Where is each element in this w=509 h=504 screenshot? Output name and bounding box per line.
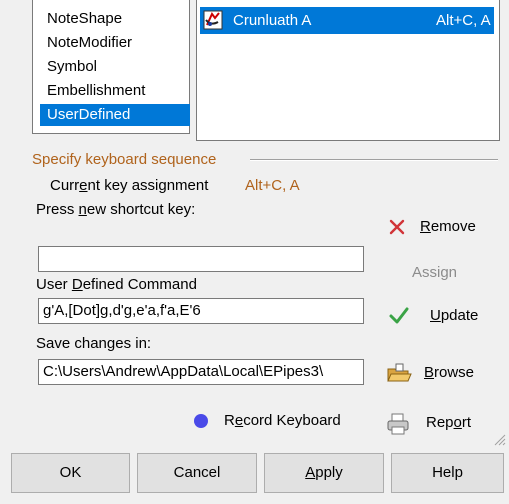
label-text: rt — [461, 414, 472, 431]
checkmark-icon — [388, 306, 410, 330]
label-mnemonic: D — [71, 276, 83, 293]
current-assignment-label: Current key assignment — [50, 176, 208, 196]
report-label: Report — [426, 411, 471, 435]
label-text: Rep — [426, 414, 454, 431]
label-text: Press — [36, 201, 79, 218]
command-shortcut: Alt+C, A — [436, 12, 491, 29]
category-item-embellishment[interactable]: Embellishment — [40, 80, 190, 102]
label-text: ew shortcut key: — [86, 201, 196, 218]
category-label: Symbol — [47, 58, 98, 75]
save-location-label: Save changes in: — [36, 335, 152, 352]
label-text: Curr — [50, 177, 80, 194]
label-text: efined Command — [82, 276, 197, 293]
category-label: UserDefined — [47, 106, 131, 123]
update-button[interactable]: Update — [388, 304, 498, 330]
label-text: rowse — [434, 364, 475, 381]
remove-button[interactable]: Remove — [388, 215, 498, 241]
label-text: emove — [430, 218, 476, 235]
category-item-userdefined[interactable]: UserDefined — [40, 104, 190, 126]
help-button[interactable]: Help — [391, 453, 504, 493]
command-list[interactable]: Crunluath A Alt+C, A — [196, 0, 500, 141]
report-button[interactable]: Report — [386, 411, 498, 437]
section-title: Specify keyboard sequence — [32, 151, 217, 168]
label-mnemonic: o — [453, 414, 462, 431]
command-row[interactable]: Crunluath A Alt+C, A — [200, 7, 494, 34]
label-mnemonic: A — [305, 464, 316, 481]
label-mnemonic: U — [430, 307, 441, 324]
user-defined-command-input[interactable]: g'A,[Dot]g,d'g,e'a,f'a,E'6 — [38, 298, 364, 324]
printer-icon — [386, 413, 410, 439]
new-shortcut-input[interactable] — [38, 246, 364, 272]
bagpipe-music-icon — [203, 10, 223, 30]
new-shortcut-label: Press new shortcut key: — [36, 200, 195, 220]
cancel-button[interactable]: Cancel — [137, 453, 257, 493]
save-location-input[interactable]: C:\Users\Andrew\AppData\Local\EPipes3\ — [38, 359, 364, 385]
user-defined-command-label: User Defined Command — [36, 275, 197, 295]
ok-button[interactable]: OK — [11, 453, 130, 493]
folder-icon — [386, 363, 412, 387]
label-mnemonic: B — [424, 364, 435, 381]
category-item-noteshape[interactable]: NoteShape — [40, 8, 190, 30]
label-mnemonic: n — [78, 201, 87, 218]
browse-label: Browse — [424, 361, 474, 385]
update-label: Update — [430, 304, 478, 328]
label-text: pply — [315, 464, 343, 481]
category-label: NoteModifier — [47, 34, 133, 51]
resize-grip[interactable] — [492, 432, 506, 446]
record-keyboard-label: Record Keyboard — [224, 410, 341, 432]
label-text: pdate — [440, 307, 479, 324]
current-assignment-value: Alt+C, A — [245, 177, 300, 194]
label-mnemonic: R — [420, 218, 431, 235]
assign-button[interactable]: Assign — [412, 262, 457, 284]
category-list[interactable]: NoteShape NoteModifier Symbol Embellishm… — [32, 0, 190, 134]
record-keyboard-toggle[interactable]: Record Keyboard — [192, 410, 362, 432]
label-text: R — [224, 412, 235, 429]
close-x-icon — [388, 218, 406, 240]
command-name: Crunluath A — [233, 12, 312, 29]
label-mnemonic: e — [234, 412, 244, 429]
record-dot-icon — [194, 414, 208, 428]
category-item-symbol[interactable]: Symbol — [40, 56, 190, 78]
category-label: Embellishment — [47, 82, 146, 99]
apply-button[interactable]: Apply — [264, 453, 384, 493]
label-mnemonic: e — [79, 177, 88, 194]
browse-button[interactable]: Browse — [386, 361, 498, 387]
label-text: nt key assignment — [87, 177, 209, 194]
category-item-notemodifier[interactable]: NoteModifier — [40, 32, 190, 54]
label-text: User — [36, 276, 72, 293]
label-text: cord Keyboard — [243, 412, 341, 429]
section-separator — [250, 159, 498, 161]
category-label: NoteShape — [47, 10, 123, 27]
remove-label: Remove — [420, 215, 476, 239]
